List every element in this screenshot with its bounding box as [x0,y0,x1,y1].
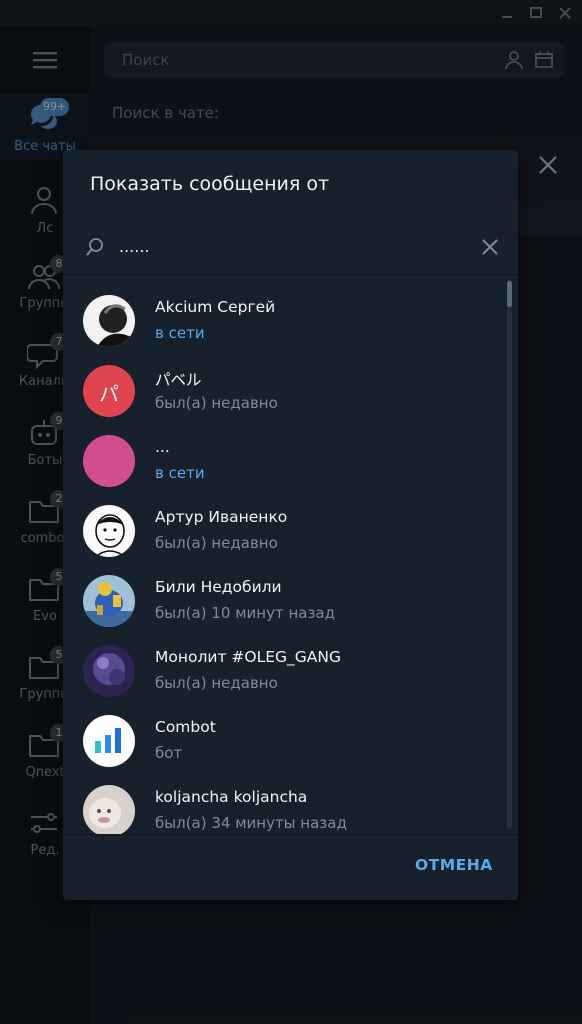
member-name: koljancha koljancha [155,788,308,806]
member-status: был(а) недавно [155,534,278,552]
avatar [83,505,135,557]
member-row[interactable]: Монолит #OLEG_GANG был(а) недавно [63,635,503,705]
cancel-button[interactable]: ОТМЕНА [415,856,493,874]
member-row[interactable]: ... в сети [63,425,503,495]
member-name: Били Недобили [155,578,282,596]
avatar [83,435,135,487]
divider [63,834,518,835]
member-status: был(а) 34 минуты назад [155,814,347,832]
member-row[interactable]: Combot бот [63,705,503,775]
member-status: в сети [155,464,205,482]
avatar-letter: パ [99,382,119,406]
member-name: Akcium Сергей [155,298,276,316]
member-name: パベル [155,371,202,389]
avatar [83,785,135,835]
avatar: パ [83,365,135,417]
avatar [83,295,135,347]
avatar [83,715,135,767]
member-row[interactable]: Артур Иваненко был(а) недавно [63,495,503,565]
dialog-title: Показать сообщения от [90,173,330,195]
scrollbar[interactable] [507,280,512,828]
member-status: в сети [155,324,205,342]
divider [63,274,518,275]
member-name: Combot [155,718,216,736]
member-row[interactable]: Били Недобили был(а) 10 минут назад [63,565,503,635]
avatar [83,575,135,627]
member-name: Монолит #OLEG_GANG [155,648,342,666]
search-icon [85,237,105,257]
member-row[interactable]: Akcium Сергей в сети [63,285,503,355]
member-list: Akcium Сергей в сети パ パベル был(а) недавн… [63,285,518,835]
show-messages-from-dialog: Показать сообщения от ...... Akcium Серг… [63,150,518,900]
member-status: был(а) 10 минут назад [155,604,335,622]
member-row[interactable]: koljancha koljancha был(а) 34 минуты наз… [63,775,503,835]
member-status: бот [155,744,183,762]
close-search-icon[interactable] [537,154,559,176]
member-status: был(а) недавно [155,674,278,692]
combot-logo-icon [95,728,121,753]
member-name: Артур Иваненко [155,508,288,526]
clear-search-icon[interactable] [480,237,500,257]
avatar [83,645,135,697]
member-status: был(а) недавно [155,394,278,412]
scrollbar-thumb[interactable] [507,281,512,307]
member-name: ... [155,438,170,456]
member-search-input[interactable]: ...... [119,237,150,256]
member-row[interactable]: パ パベル был(а) недавно [63,355,503,425]
